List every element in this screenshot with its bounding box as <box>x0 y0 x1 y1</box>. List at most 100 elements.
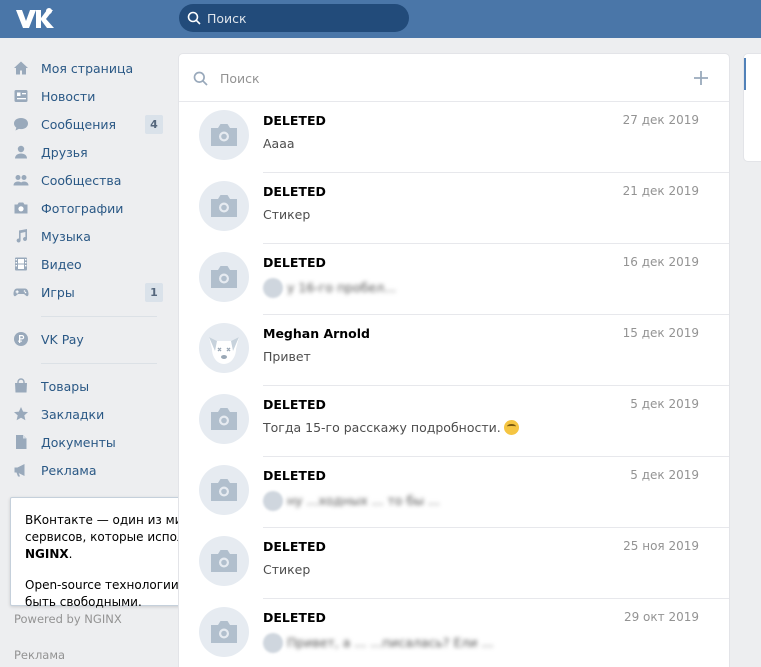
dialog-date: 27 дек 2019 <box>622 113 699 127</box>
sidebar-item-bookmarks[interactable]: Закладки <box>0 400 170 428</box>
dialog-preview: Привет, а ... ...писалась? Ели ... <box>263 633 493 653</box>
sidebar-item-my-page[interactable]: Моя страница <box>0 54 170 82</box>
sidebar-item-label: Сообщества <box>41 173 122 188</box>
sidebar-item-label: Игры <box>41 285 75 300</box>
preview-text: Тогда 15-го расскажу подробности. <box>263 420 501 435</box>
avatar[interactable] <box>199 536 249 586</box>
dialog-name: DELETED <box>263 468 326 483</box>
dialog-date: 16 дек 2019 <box>622 255 699 269</box>
sidebar-item-label: VK Pay <box>41 332 84 347</box>
music-icon <box>16 229 27 243</box>
camera-placeholder-icon <box>211 550 237 572</box>
camera-placeholder-icon <box>211 124 237 146</box>
preview-text: Стикер <box>263 207 311 222</box>
avatar[interactable] <box>199 607 249 657</box>
dialog-row[interactable]: Meghan Arnold 15 дек 2019 Привет <box>179 315 729 386</box>
dialog-name: DELETED <box>263 113 326 128</box>
camera-placeholder-icon <box>211 266 237 288</box>
avatar[interactable] <box>199 181 249 231</box>
star-icon <box>14 407 28 421</box>
sidebar-item-communities[interactable]: Сообщества <box>0 166 170 194</box>
footer-ads-link[interactable]: Реклама <box>14 648 65 662</box>
vk-logo-icon[interactable] <box>13 6 55 32</box>
avatar[interactable] <box>199 110 249 160</box>
avatar[interactable] <box>199 394 249 444</box>
users-icon <box>13 175 29 186</box>
search-icon <box>187 11 201 25</box>
dialog-preview: ну ...ходных ... то бы ... <box>263 491 440 511</box>
sidebar-divider <box>41 316 157 317</box>
preview-text: Стикер <box>263 562 311 577</box>
dialog-row[interactable]: DELETED 16 дек 2019 у 16-го пробел... <box>179 244 729 315</box>
dialog-date: 5 дек 2019 <box>630 468 699 482</box>
home-icon <box>14 61 28 75</box>
dialog-row[interactable]: DELETED 27 дек 2019 Аааа <box>179 102 729 173</box>
vkpay-icon <box>14 332 28 346</box>
sidebar-item-goods[interactable]: Товары <box>0 372 170 400</box>
dialog-date: 21 дек 2019 <box>622 184 699 198</box>
powered-by-link[interactable]: Powered by NGINX <box>14 612 122 626</box>
sidebar-item-label: Товары <box>41 379 90 394</box>
dialog-preview: Стикер <box>263 562 310 577</box>
dialog-name: Meghan Arnold <box>263 326 371 341</box>
sender-mini-avatar <box>263 633 283 653</box>
sender-mini-avatar <box>263 278 283 298</box>
dialog-preview: Привет <box>263 349 311 364</box>
sidebar-item-music[interactable]: Музыка <box>0 222 170 250</box>
dialog-name: DELETED <box>263 184 326 199</box>
sidebar-item-label: Моя страница <box>41 61 134 76</box>
messages-panel: DELETED 27 дек 2019 Аааа DELETED 21 дек … <box>179 54 729 667</box>
sidebar-item-label: Фотографии <box>41 201 124 216</box>
dialogs-search <box>179 54 729 102</box>
sidebar-item-messages[interactable]: Сообщения 4 <box>0 110 170 138</box>
preview-text: Аааа <box>263 136 295 151</box>
dialog-name: DELETED <box>263 397 326 412</box>
new-message-plus-icon[interactable] <box>692 69 710 87</box>
sidebar-item-video[interactable]: Видео <box>0 250 170 278</box>
sidebar-item-label: Видео <box>41 257 82 272</box>
sidebar-divider <box>41 363 157 364</box>
video-icon <box>15 257 27 271</box>
dialog-name: DELETED <box>263 610 326 625</box>
sidebar-item-label: Закладки <box>41 407 105 422</box>
sidebar-item-friends[interactable]: Друзья <box>0 138 170 166</box>
dialogs-search-input[interactable] <box>220 64 660 92</box>
news-icon <box>14 90 28 102</box>
right-menu-block <box>744 54 761 161</box>
search-icon <box>193 71 208 86</box>
dialog-row[interactable]: DELETED 5 дек 2019 Тогда 15-го расскажу … <box>179 386 729 457</box>
header-search-input[interactable] <box>207 4 402 32</box>
sidebar-item-vkpay[interactable]: VK Pay <box>0 325 170 353</box>
sidebar-item-games[interactable]: Игры 1 <box>0 278 170 306</box>
dialog-row[interactable]: DELETED 21 дек 2019 Стикер <box>179 173 729 244</box>
gamepad-icon <box>13 288 29 297</box>
sidebar-item-label: Документы <box>41 435 116 450</box>
sender-mini-avatar <box>263 491 283 511</box>
dialog-preview: у 16-го пробел... <box>263 278 396 298</box>
dialog-row[interactable]: DELETED 29 окт 2019 Привет, а ... ...пис… <box>179 599 729 667</box>
dialog-row[interactable]: DELETED 5 дек 2019 ну ...ходных ... то б… <box>179 457 729 528</box>
camera-placeholder-icon <box>211 408 237 430</box>
preview-text: у 16-го пробел... <box>287 279 397 295</box>
avatar[interactable] <box>199 323 249 373</box>
sidebar-item-ads[interactable]: Реклама <box>0 456 170 484</box>
sidebar-item-photos[interactable]: Фотографии <box>0 194 170 222</box>
dialog-row[interactable]: DELETED 25 ноя 2019 Стикер <box>179 528 729 599</box>
sidebar-item-label: Сообщения <box>41 117 117 132</box>
dialog-preview: Аааа <box>263 136 295 151</box>
preview-text: Привет <box>263 349 311 364</box>
preview-text: ну ...ходных ... то бы ... <box>287 492 440 508</box>
emoji-icon <box>503 420 519 435</box>
preview-text: Привет, а ... ...писалась? Ели ... <box>287 634 494 650</box>
sidebar-item-documents[interactable]: Документы <box>0 428 170 456</box>
dialog-preview: Стикер <box>263 207 310 222</box>
avatar[interactable] <box>199 252 249 302</box>
sidebar-item-label: Друзья <box>41 145 88 160</box>
active-indicator <box>744 58 746 90</box>
bag-icon <box>15 378 27 393</box>
dialog-name: DELETED <box>263 539 326 554</box>
avatar[interactable] <box>199 465 249 515</box>
header-search[interactable] <box>179 4 409 32</box>
sidebar-item-news[interactable]: Новости <box>0 82 170 110</box>
sidebar-item-label: Новости <box>41 89 96 104</box>
